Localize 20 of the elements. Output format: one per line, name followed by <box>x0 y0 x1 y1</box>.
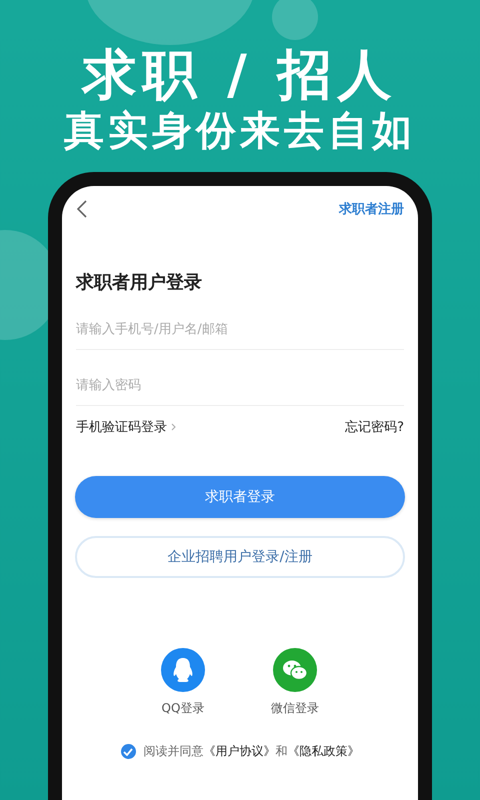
agreement-text: 阅读并同意《用户协议》和《隐私政策》 <box>144 743 360 760</box>
chat-bubbles-icon[interactable] <box>273 648 317 692</box>
enterprise-login-button[interactable]: 企业招聘用户登录/注册 <box>75 536 405 578</box>
user-agreement-link[interactable]: 《用户协议》 <box>204 744 276 758</box>
social-login-label: QQ登录 <box>162 700 204 717</box>
input-field[interactable]: 请输入密码 <box>76 350 404 406</box>
decorative-circle <box>272 0 318 40</box>
register-link[interactable]: 求职者注册 <box>339 200 404 218</box>
chevron-icon <box>171 423 176 431</box>
forgot-password-link[interactable]: 忘记密码? <box>345 418 404 436</box>
headline: 求职 / 招人 <box>82 44 398 106</box>
subtitle: 真实身份来去自如 <box>64 107 416 156</box>
social-login-label: 微信登录 <box>271 700 319 717</box>
input-field[interactable]: 请输入手机号/用户名/邮箱 <box>76 294 404 350</box>
agreement-checkbox[interactable] <box>120 744 136 759</box>
sms-login-link[interactable]: 手机验证码登录 <box>76 418 167 436</box>
back-icon[interactable] <box>76 200 88 218</box>
page-title: 求职者用户登录 <box>76 271 203 294</box>
penguin-icon[interactable] <box>161 648 205 692</box>
privacy-policy-link[interactable]: 《隐私政策》 <box>288 744 360 758</box>
